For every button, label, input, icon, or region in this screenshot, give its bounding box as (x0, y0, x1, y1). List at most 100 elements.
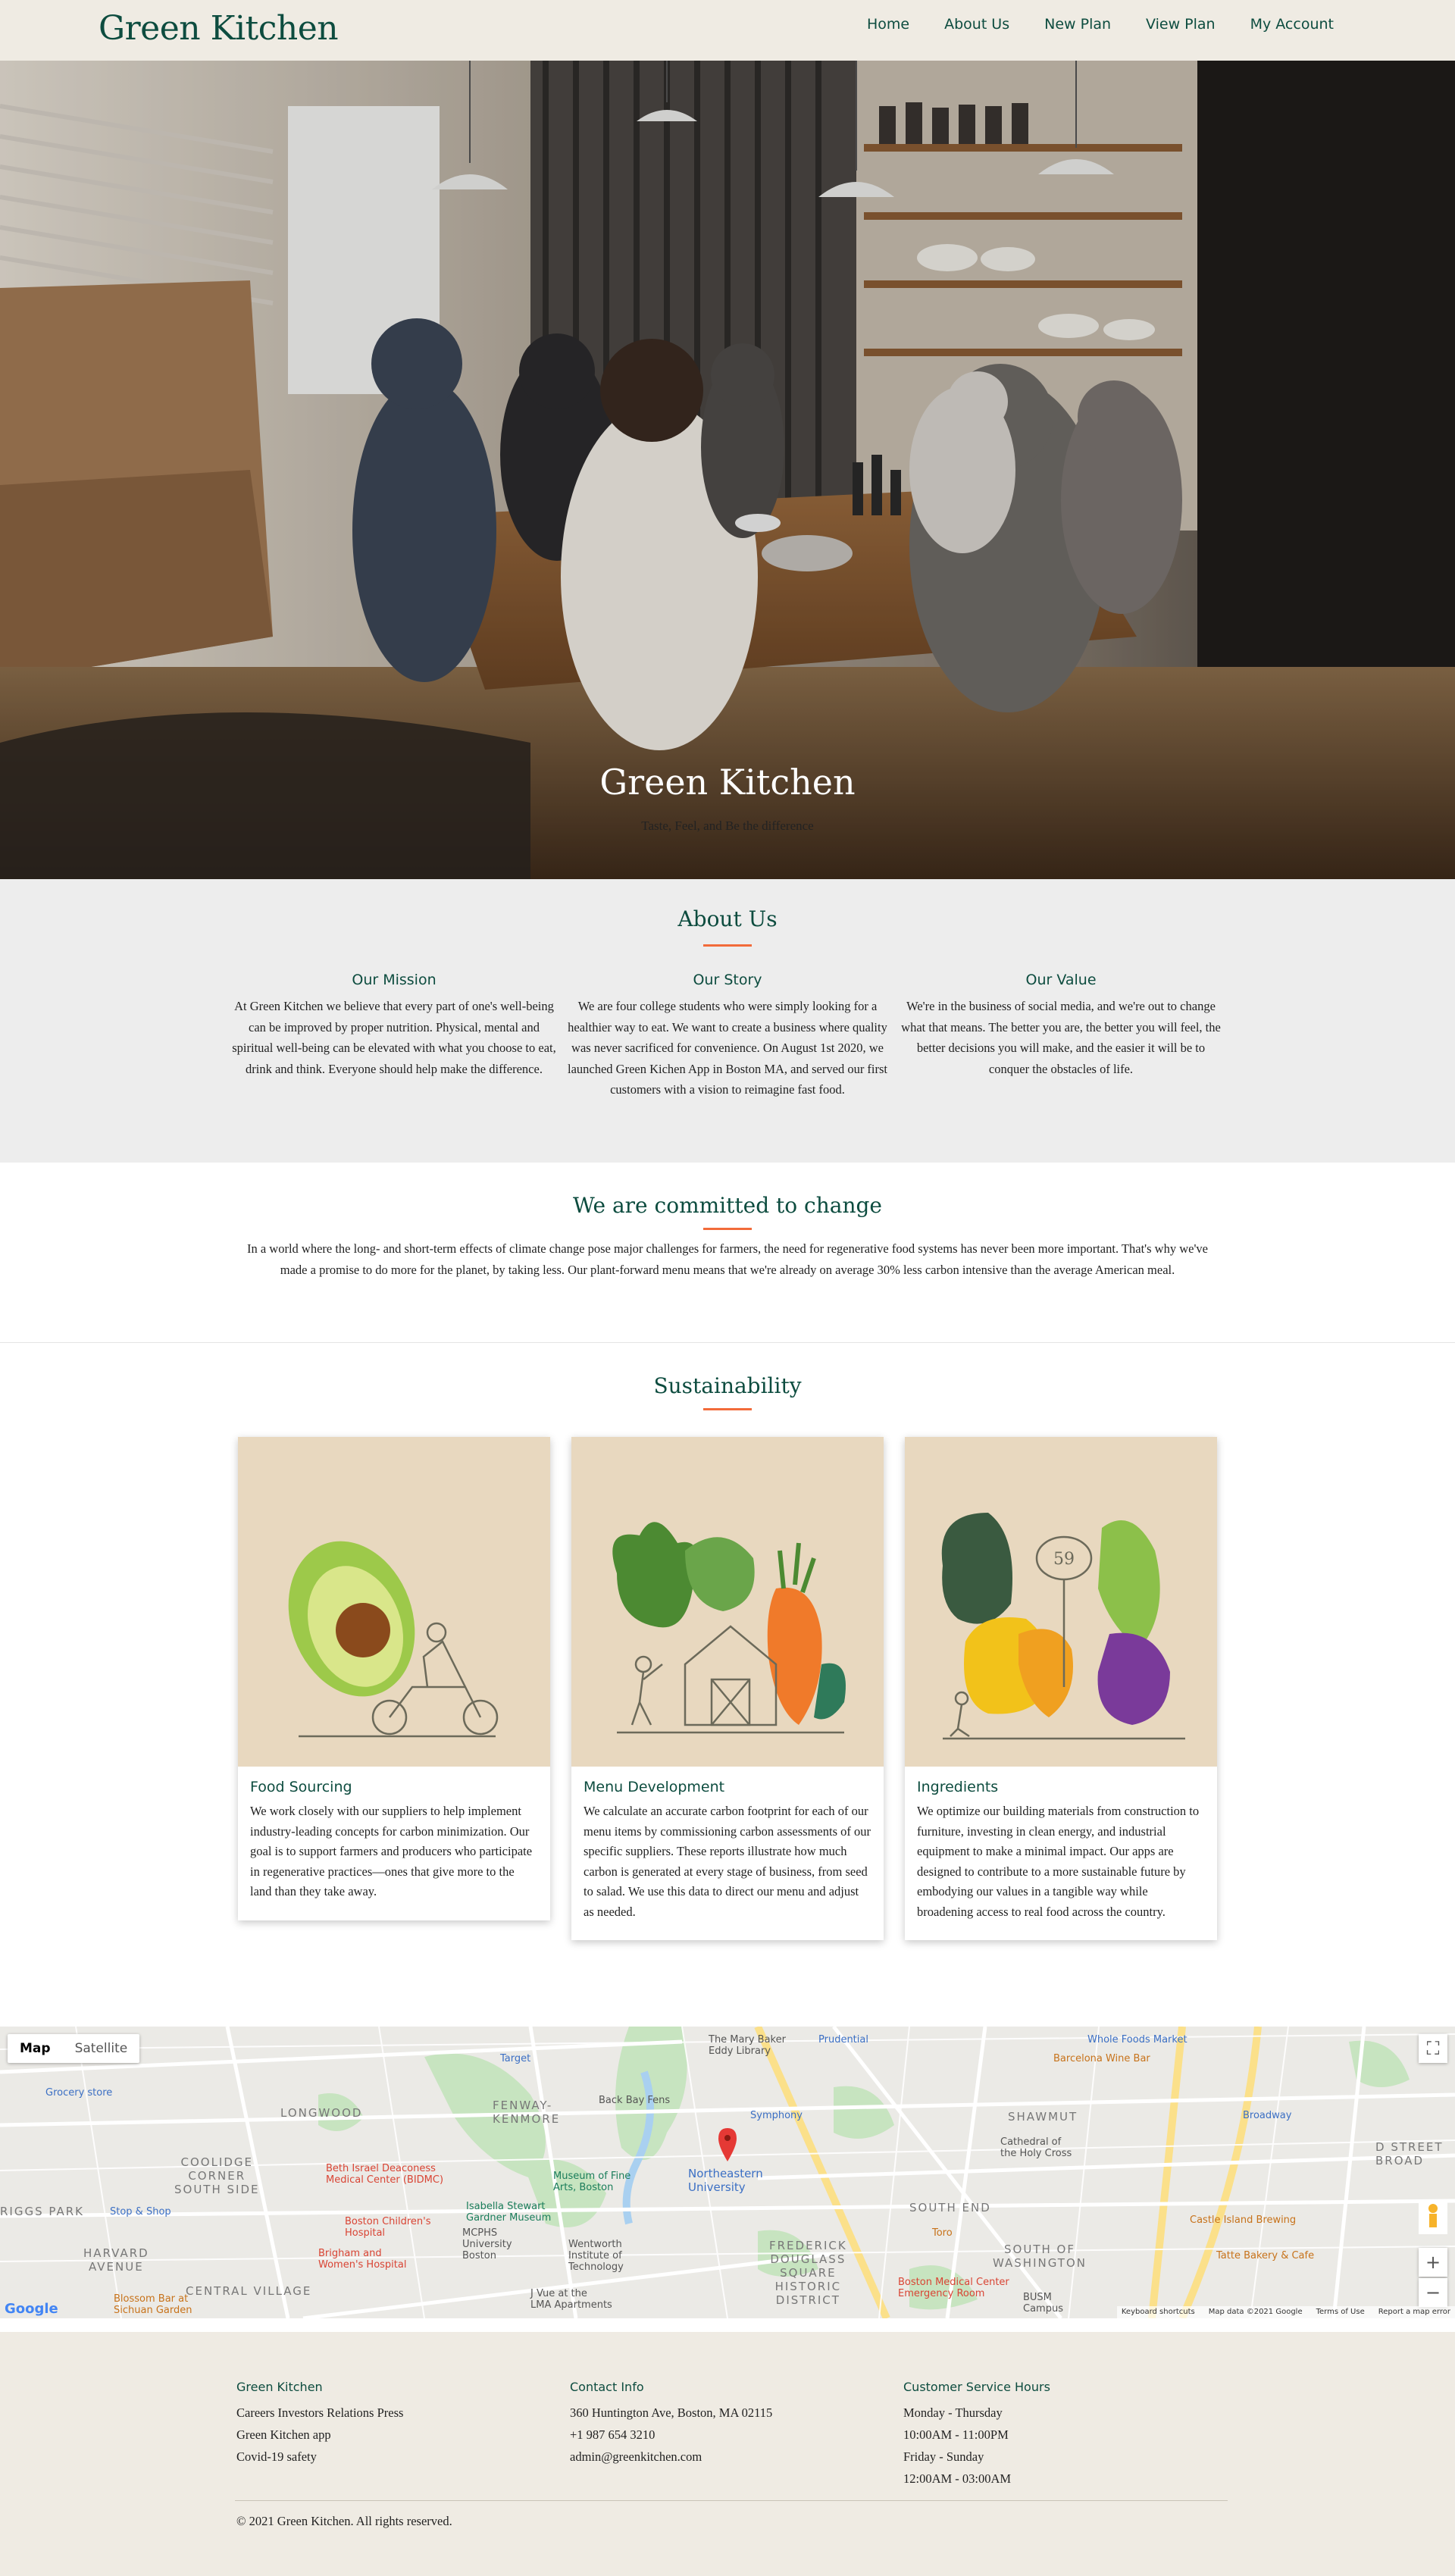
keyboard-shortcuts-link[interactable]: Keyboard shortcuts (1122, 2306, 1195, 2318)
sustainability-section: Sustainability Food Sourcing We work clo… (0, 1343, 1455, 2010)
card-title: Food Sourcing (250, 1779, 352, 1795)
card-menu-development[interactable]: Menu Development We calculate an accurat… (571, 1437, 884, 1940)
map-label: Barcelona Wine Bar (1053, 2053, 1150, 2064)
map-label: Beth Israel Deaconess Medical Center (BI… (326, 2163, 444, 2186)
footer-link[interactable]: Careers Investors Relations Press (236, 2402, 555, 2424)
about-col-heading: Our Mission (352, 972, 436, 988)
footer-hours-time: 10:00AM - 11:00PM (903, 2427, 1009, 2442)
card-text: We calculate an accurate carbon footprin… (584, 1804, 871, 1919)
map-label: Wentworth Institute of Technology (568, 2239, 624, 2273)
map-label: Stop & Shop (110, 2206, 171, 2218)
nav-links: Home About Us New Plan View Plan My Acco… (867, 0, 1334, 49)
street-view-pegman-icon[interactable] (1419, 2199, 1447, 2234)
price-tag-label: 59 (1053, 1550, 1075, 1569)
map-label: SOUTH END (909, 2201, 991, 2214)
map-label: CENTRAL VILLAGE (186, 2284, 312, 2298)
hero-subtitle: Taste, Feel, and Be the difference (641, 818, 814, 833)
card-title: Menu Development (584, 1779, 725, 1795)
google-map[interactable]: LONGWOOD FENWAY- KENMORE COOLIDGE CORNER… (0, 2027, 1455, 2318)
about-col-text: At Green Kitchen we believe that every p… (232, 999, 556, 1076)
card-food-sourcing[interactable]: Food Sourcing We work closely with our s… (238, 1437, 550, 1920)
map-label: Toro (932, 2227, 953, 2239)
footer-hours-days: Monday - Thursday (903, 2405, 1003, 2420)
about-col-heading: Our Story (693, 972, 762, 988)
map-label: Broadway (1243, 2110, 1292, 2121)
footer-link[interactable]: Covid-19 safety (236, 2446, 555, 2468)
map-label: Blossom Bar at Sichuan Garden (114, 2293, 192, 2316)
footer-address: 360 Huntington Ave, Boston, MA 02115 (570, 2405, 773, 2420)
map-label: Whole Foods Market (1087, 2034, 1187, 2045)
map-type-satellite-button[interactable]: Satellite (63, 2034, 140, 2063)
map-label: MCPHS University Boston (462, 2227, 512, 2261)
nav-link-home[interactable]: Home (867, 16, 909, 33)
avocado-scooter-illustration (238, 1437, 550, 1767)
map-label: J Vue at the LMA Apartments (530, 2288, 612, 2311)
footer-heading: Customer Service Hours (903, 2380, 1050, 2394)
about-col-story: Our Story We are four college students w… (565, 972, 890, 1100)
map-label: The Mary Baker Eddy Library (709, 2034, 786, 2057)
card-text: We optimize our building materials from … (917, 1804, 1200, 1919)
zoom-out-icon[interactable]: − (1419, 2278, 1447, 2307)
nav-link-about-us[interactable]: About Us (944, 16, 1009, 33)
footer-phone[interactable]: +1 987 654 3210 (570, 2424, 888, 2446)
nav-link-view-plan[interactable]: View Plan (1146, 16, 1216, 33)
map-label: D STREET BROAD (1375, 2140, 1444, 2168)
footer-heading: Contact Info (570, 2380, 644, 2394)
sustainability-title: Sustainability (653, 1373, 802, 1398)
map-label: Prudential (818, 2034, 868, 2045)
map-attribution: Keyboard shortcuts Map data ©2021 Google… (1116, 2306, 1455, 2318)
sustainability-title-underline (703, 1408, 752, 1410)
report-map-error-link[interactable]: Report a map error (1378, 2306, 1450, 2318)
map-label: FENWAY- KENMORE (493, 2099, 561, 2126)
map-label: Museum of Fine Arts, Boston (553, 2171, 631, 2193)
navbar: Green Kitchen Home About Us New Plan Vie… (0, 0, 1455, 61)
zoom-in-icon[interactable]: + (1419, 2248, 1447, 2277)
footer-col-contact: Contact Info 360 Huntington Ave, Boston,… (570, 2380, 888, 2468)
nav-link-new-plan[interactable]: New Plan (1044, 16, 1111, 33)
nav-link-my-account[interactable]: My Account (1250, 16, 1334, 33)
map-type-toggle: Map Satellite (8, 2034, 140, 2063)
map-label: Cathedral of the Holy Cross (1000, 2136, 1072, 2159)
card-title: Ingredients (917, 1779, 999, 1795)
map-label: Northeastern University (688, 2167, 763, 2194)
map-label: Isabella Stewart Gardner Museum (466, 2201, 552, 2224)
footer-col-hours: Customer Service Hours Monday - Thursday… (903, 2380, 1222, 2490)
about-title: About Us (677, 906, 778, 931)
about-col-text: We are four college students who were si… (567, 999, 888, 1097)
footer-col-company: Green Kitchen Careers Investors Relation… (236, 2380, 555, 2468)
about-col-heading: Our Value (1025, 972, 1097, 988)
map-label: Grocery store (45, 2087, 113, 2099)
map-section: LONGWOOD FENWAY- KENMORE COOLIDGE CORNER… (0, 2010, 1455, 2332)
map-label: Back Bay Fens (599, 2095, 671, 2106)
map-label: Boston Children's Hospital (345, 2216, 431, 2239)
map-label: Target (500, 2053, 531, 2064)
map-data-label: Map data ©2021 Google (1208, 2308, 1303, 2316)
brand-logo[interactable]: Green Kitchen (99, 6, 339, 52)
about-col-text: We're in the business of social media, a… (901, 999, 1221, 1076)
map-label: Tatte Bakery & Cafe (1216, 2250, 1315, 2261)
map-label: Symphony (750, 2110, 803, 2121)
map-type-map-button[interactable]: Map (8, 2034, 63, 2063)
map-label: BUSM Campus (1023, 2292, 1063, 2315)
card-ingredients[interactable]: 59 Ingredients We optimize our building … (905, 1437, 1217, 1940)
about-col-value: Our Value We're in the business of socia… (898, 972, 1224, 1079)
about-title-underline (703, 944, 752, 947)
footer-heading: Green Kitchen (236, 2380, 323, 2394)
commitment-text: In a world where the long- and short-ter… (246, 1241, 1209, 1277)
about-col-mission: Our Mission At Green Kitchen we believe … (231, 972, 557, 1079)
map-label: LONGWOOD (280, 2106, 363, 2120)
footer-hours-time: 12:00AM - 03:00AM (903, 2471, 1012, 2486)
terms-of-use-link[interactable]: Terms of Use (1316, 2306, 1365, 2318)
commitment-section: We are committed to change In a world wh… (0, 1163, 1455, 1343)
map-label: Castle Island Brewing (1190, 2214, 1297, 2226)
copyright: © 2021 Green Kitchen. All rights reserve… (236, 2514, 452, 2528)
fullscreen-icon[interactable]: ⛶ (1419, 2034, 1447, 2063)
google-logo: Google (5, 2301, 58, 2317)
footer-divider (235, 2500, 1228, 2501)
footer-email[interactable]: admin@greenkitchen.com (570, 2446, 888, 2468)
map-label: HARVARD AVENUE (83, 2246, 149, 2274)
vegetables-price-tag-illustration: 59 (905, 1437, 1217, 1767)
map-label: COOLIDGE CORNER SOUTH SIDE (174, 2155, 260, 2196)
map-label: SOUTH OF WASHINGTON (993, 2243, 1087, 2270)
footer-link[interactable]: Green Kitchen app (236, 2424, 555, 2446)
